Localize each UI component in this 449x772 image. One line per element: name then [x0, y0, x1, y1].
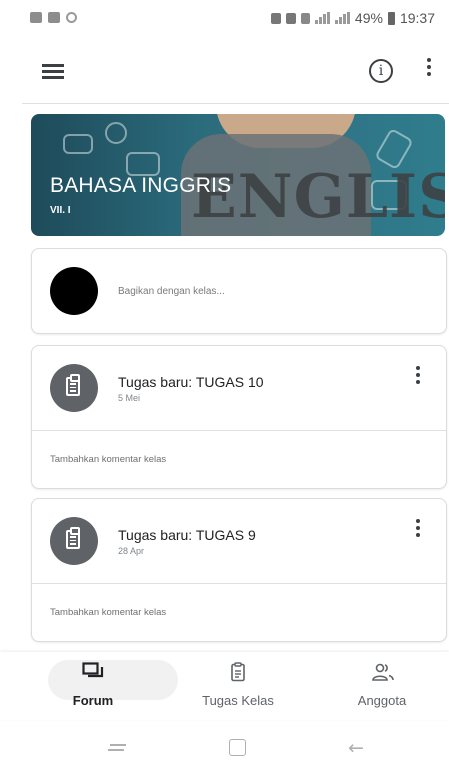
card-divider: [32, 430, 446, 431]
battery-icon: [387, 11, 395, 25]
more-vert-icon[interactable]: [414, 519, 422, 541]
class-title: BAHASA INGGRIS: [50, 174, 232, 197]
class-banner[interactable]: ENGLISH BAHASA INGGRIS VII. I: [31, 114, 445, 236]
data-saver-icon: [285, 12, 296, 24]
assignment-icon: [50, 364, 98, 412]
vibrate-icon: [300, 12, 310, 24]
tab-forum-label: Forum: [72, 693, 114, 708]
system-indicators: 49% 19:37: [270, 10, 435, 26]
speech-bubble-doodle: [63, 134, 93, 154]
signal-2-icon: [334, 12, 350, 24]
share-placeholder[interactable]: Bagikan dengan kelas...: [118, 286, 225, 297]
tab-classwork-label: Tugas Kelas: [202, 693, 274, 708]
stream-item-date: 28 Apr: [118, 546, 145, 556]
notification-icons: [30, 12, 77, 23]
battery-percent: 49%: [354, 10, 383, 26]
people-icon: [371, 662, 394, 682]
share-with-class-card[interactable]: Bagikan dengan kelas...: [31, 248, 447, 334]
circle-doodle: [105, 122, 127, 144]
add-class-comment-link[interactable]: Tambahkan komentar kelas: [50, 607, 166, 618]
box-doodle: [126, 152, 160, 176]
clock: 19:37: [399, 10, 435, 26]
tab-people[interactable]: Anggota: [327, 662, 437, 708]
user-avatar: [50, 267, 98, 315]
back-icon[interactable]: ←: [348, 737, 364, 759]
app-bar-divider: [22, 103, 449, 104]
tab-forum[interactable]: Forum: [38, 662, 148, 708]
forum-icon: [82, 662, 104, 682]
recent-apps-icon[interactable]: [108, 741, 126, 753]
tab-classwork[interactable]: Tugas Kelas: [183, 662, 293, 708]
hamburger-menu-icon[interactable]: [42, 64, 64, 79]
add-class-comment-link[interactable]: Tambahkan komentar kelas: [50, 454, 166, 465]
stream-item[interactable]: Tugas baru: TUGAS 9 28 Apr Tambahkan kom…: [31, 498, 447, 642]
sync-notification-icon: [66, 12, 77, 23]
stream-item-title[interactable]: Tugas baru: TUGAS 9: [118, 527, 256, 543]
tab-people-label: Anggota: [357, 693, 407, 708]
system-navigation-bar: ←: [0, 722, 449, 772]
card-divider: [32, 583, 446, 584]
home-icon[interactable]: [229, 739, 246, 756]
status-bar: 49% 19:37: [0, 0, 449, 40]
classwork-icon: [227, 662, 249, 682]
more-vert-icon[interactable]: [425, 58, 433, 82]
bottom-navigation: Forum Tugas Kelas Anggota: [0, 652, 449, 720]
gallery-notification-icon: [30, 12, 42, 23]
info-icon[interactable]: i: [369, 59, 393, 83]
assignment-icon: [50, 517, 98, 565]
signal-icon: [314, 12, 330, 24]
stream-item-title[interactable]: Tugas baru: TUGAS 10: [118, 374, 264, 390]
image-notification-icon: [48, 12, 60, 23]
class-section: VII. I: [50, 205, 71, 216]
stream-item[interactable]: Tugas baru: TUGAS 10 5 Mei Tambahkan kom…: [31, 345, 447, 489]
more-vert-icon[interactable]: [414, 366, 422, 388]
app-bar: i: [0, 40, 449, 102]
nfc-icon: [270, 12, 281, 24]
stream-item-date: 5 Mei: [118, 393, 141, 403]
